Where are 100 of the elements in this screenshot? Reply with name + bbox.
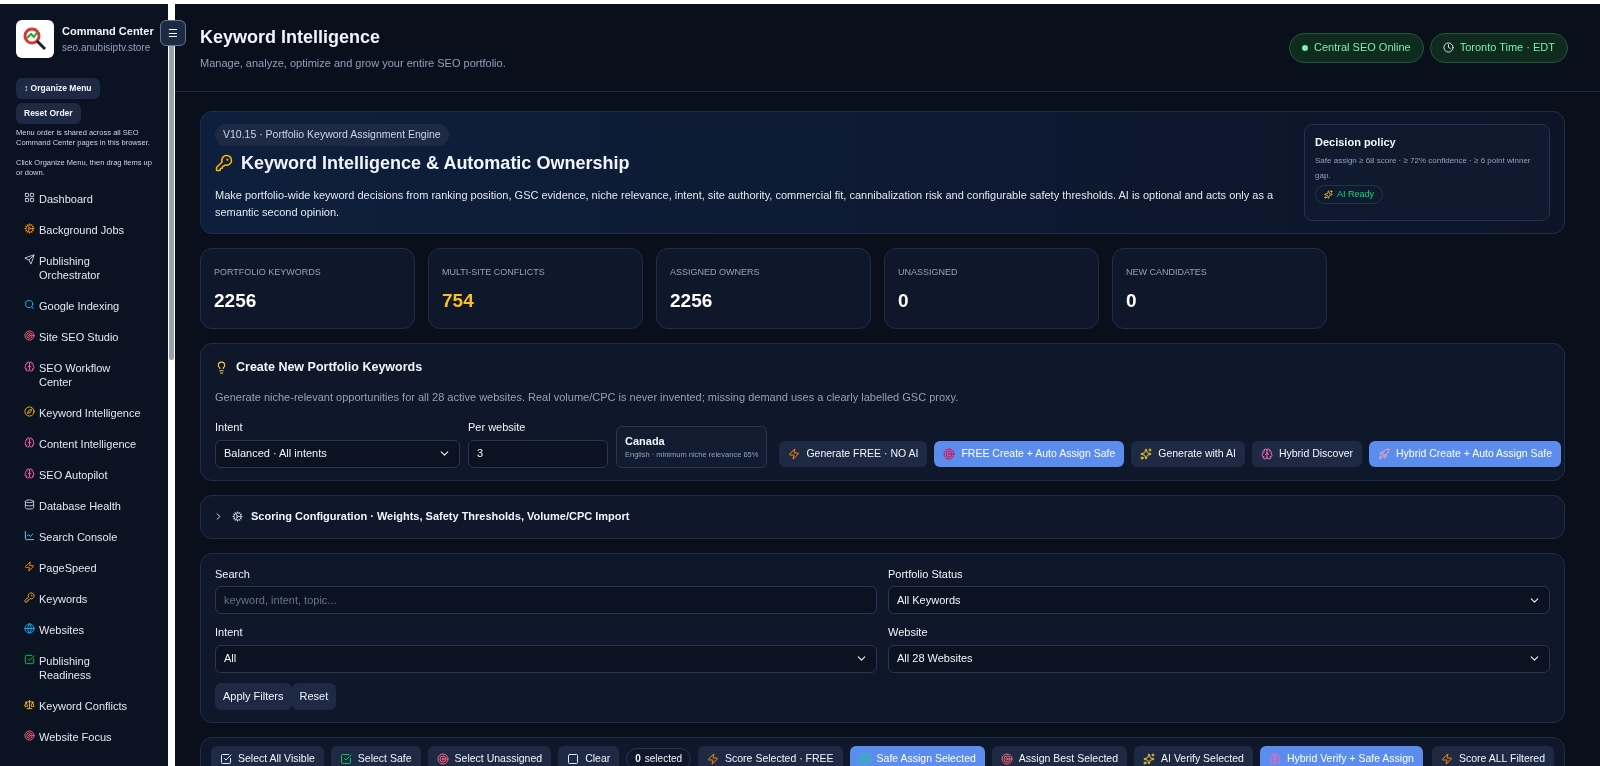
compass-icon <box>24 406 35 417</box>
organize-menu-button[interactable]: ↕ Organize Menu <box>16 78 100 99</box>
field-label: Portfolio Status <box>888 566 964 582</box>
brand-subtitle: seo.anubisiptv.store <box>62 40 152 55</box>
field-label: Per website <box>468 420 527 435</box>
section-description: Generate niche-relevant opportunities for all 28 active websites. Real volume/CPC is never invented; missing demand uses a clearly labelled GSC proxy. <box>215 389 960 405</box>
action-button[interactable]: Hybrid Discover <box>1251 440 1362 467</box>
sidebar-item[interactable]: Google Indexing <box>16 299 144 313</box>
action-button[interactable]: AI Verify Selected <box>1134 745 1253 766</box>
stat-value: 0 <box>1126 289 1138 314</box>
page-title: Keyword Intelligence <box>200 25 382 49</box>
target-icon <box>943 447 956 460</box>
scoring-title: Scoring Configuration · Weights, Safety Thresholds, Volume/CPC Import <box>251 509 630 525</box>
brand-title: Command Center <box>62 24 154 40</box>
action-button[interactable]: Generate FREE · NO AI <box>779 440 928 467</box>
intent-select[interactable]: Balanced · All intents <box>215 439 460 468</box>
lightning-icon <box>24 561 35 572</box>
sidebar-item[interactable]: Search Console <box>16 530 144 544</box>
market-title: Canada <box>625 433 666 449</box>
intent-select[interactable]: All <box>215 644 877 673</box>
lightning-icon <box>707 752 720 765</box>
stat-label: NEW CANDIDATES <box>1126 265 1208 279</box>
policy-text: Safe assign ≥ 68 score · ≥ 72% confidence · ≥ 6 point winner gap. <box>1315 154 1532 182</box>
target-icon <box>1000 752 1013 765</box>
lightbulb-icon <box>215 360 228 374</box>
database-icon <box>24 499 35 510</box>
action-button[interactable]: Generate with AI <box>1131 440 1245 467</box>
brain-icon <box>24 361 35 372</box>
scoring-panel[interactable]: Scoring Configuration · Weights, Safety Thresholds, Volume/CPC Import <box>200 494 1565 539</box>
per-website-field[interactable]: 3 <box>468 439 608 468</box>
brain-icon <box>1268 752 1281 765</box>
action-button[interactable]: Clear <box>558 745 620 766</box>
stat-value: 0 <box>898 289 910 314</box>
version-tag: V10.15 · Portfolio Keyword Assignment Engine <box>215 124 449 146</box>
stat-label: UNASSIGNED <box>898 265 959 279</box>
magnifier-icon <box>24 299 35 310</box>
stat-label: MULTI-SITE CONFLICTS <box>442 265 546 279</box>
sidebar-item[interactable]: Website Focus <box>16 730 144 744</box>
target-icon <box>24 330 35 341</box>
stat-label: PORTFOLIO KEYWORDS <box>214 265 322 279</box>
reset-order-button[interactable]: Reset Order <box>16 103 81 124</box>
sidebar-item[interactable]: Dashboard <box>16 192 144 206</box>
sidebar-item[interactable]: Keywords <box>16 592 144 606</box>
check-icon <box>339 752 352 765</box>
sidebar-item[interactable]: Background Jobs <box>16 223 144 237</box>
stat-label: ASSIGNED OWNERS <box>670 265 761 279</box>
clock-icon <box>1442 42 1454 53</box>
globe-icon <box>24 623 35 634</box>
scrollbar[interactable] <box>168 4 175 766</box>
rocket-icon <box>1378 447 1390 460</box>
sparkle-icon <box>1140 447 1153 460</box>
action-button[interactable]: Score Selected · FREE <box>698 745 843 766</box>
sidebar-item[interactable]: SEO Workflow Center <box>16 361 144 389</box>
website-select[interactable]: All 28 Websites <box>888 644 1550 673</box>
check-icon <box>24 654 35 665</box>
key-icon <box>215 154 233 173</box>
sidebar-item[interactable]: Keyword Conflicts <box>16 699 144 713</box>
apply-filters-button[interactable]: Apply Filters <box>215 682 292 710</box>
sidebar-item[interactable]: Keyword Intelligence <box>16 406 144 420</box>
sidebar-item[interactable]: Publishing Readiness <box>16 654 144 682</box>
field-label: Website <box>888 625 929 640</box>
field-label: Intent <box>215 420 244 435</box>
lightning-icon <box>1441 752 1453 765</box>
score-all-button[interactable]: Score ALL Filtered <box>1432 745 1554 766</box>
sidebar-item[interactable]: Site SEO Studio <box>16 330 144 344</box>
lightning-icon <box>788 447 801 460</box>
menu-toggle-button[interactable]: ☰ <box>160 20 186 46</box>
search-field[interactable]: keyword, intent, topic... <box>215 586 877 614</box>
reset-button[interactable]: Reset <box>291 682 337 710</box>
sidebar-item[interactable]: Publishing Orchestrator <box>16 254 144 282</box>
brain-icon <box>24 437 35 448</box>
grid-icon <box>24 192 35 203</box>
stat-value: 2256 <box>670 289 714 314</box>
target-icon <box>436 752 449 765</box>
gear-icon <box>232 511 243 522</box>
sparkle-icon <box>1143 752 1156 765</box>
action-button[interactable]: Select Safe <box>330 745 421 766</box>
checkbox-icon <box>220 752 232 765</box>
sidebar-item[interactable]: Content Intelligence <box>16 437 144 451</box>
action-button[interactable]: Select All Visible <box>211 745 324 766</box>
page-subtitle: Manage, analyze, optimize and grow your entire SEO portfolio. <box>200 55 506 71</box>
status-badge: Central SEO Online <box>1289 32 1424 63</box>
section-title: Create New Portfolio Keywords <box>215 357 1550 377</box>
field-label: Search <box>215 566 251 582</box>
brain-icon <box>1260 447 1273 460</box>
square-icon <box>567 752 580 765</box>
plane-icon <box>24 254 35 265</box>
stat-value: 2256 <box>214 289 258 314</box>
status-badge: Toronto Time · EDT <box>1429 32 1568 63</box>
target-icon <box>24 730 35 741</box>
hero-description: Make portfolio-wide keyword decisions from ranking position, GSC evidence, niche relevance, intent, site authority, commercial fit, cannibalization risk and configurable safety thresholds. AI is optional and acts only as a semantic second opinion. <box>215 187 1275 220</box>
status-select[interactable]: All Keywords <box>888 586 1550 614</box>
sidebar-item[interactable]: PageSpeed <box>16 561 144 575</box>
sidebar-item[interactable]: Database Health <box>16 499 144 513</box>
action-button[interactable]: Assign Best Selected <box>991 745 1128 766</box>
logo-icon <box>16 20 54 58</box>
sparkle-icon <box>1324 189 1333 199</box>
sidebar-item[interactable]: Websites <box>16 623 144 637</box>
sidebar-item[interactable]: SEO Autopilot <box>16 468 144 482</box>
action-button[interactable]: Select Unassigned <box>427 745 552 766</box>
